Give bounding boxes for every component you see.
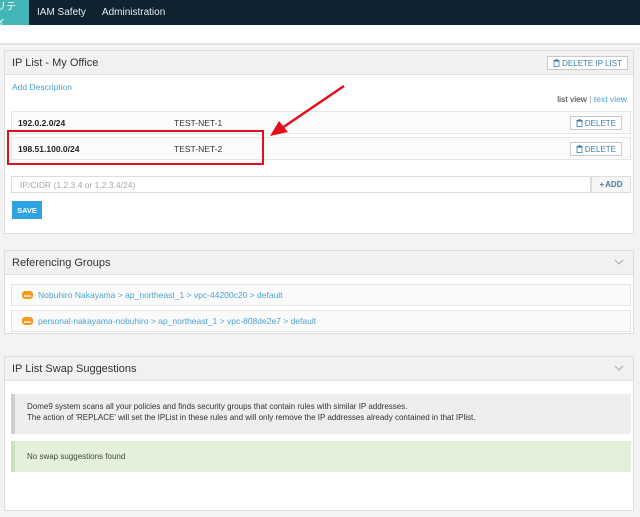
swap-suggestions-header[interactable]: IP List Swap Suggestions (5, 357, 633, 381)
nav-item-administration[interactable]: Administration (94, 0, 173, 25)
delete-label: DELETE (584, 144, 616, 154)
delete-ip-list-button[interactable]: DELETE IP LIST (547, 56, 628, 70)
section-title: IP List Swap Suggestions (12, 362, 137, 375)
nav-item-label: リティ (0, 1, 16, 28)
list-item: aws personal-nakayama-nobuhiro > ap_nort… (11, 310, 631, 332)
list-item: aws Nobuhiro Nakayama > ap_northeast_1 >… (11, 284, 631, 306)
info-line: The action of 'REPLACE' will set the IPL… (27, 413, 476, 422)
cidr-cell: 192.0.2.0/24 (18, 117, 66, 128)
nav-item-label: Administration (101, 7, 166, 18)
ip-list-header: IP List - My Office DELETE IP LIST (5, 51, 633, 75)
referencing-groups-panel: Referencing Groups aws Nobuhiro Nakayama… (4, 250, 634, 334)
no-suggestions-message: No swap suggestions found (11, 441, 631, 472)
nav-item-label: IAM Safety (37, 7, 86, 18)
delete-row-button[interactable]: DELETE (569, 116, 622, 130)
section-title: Referencing Groups (12, 256, 111, 269)
delete-label: DELETE (584, 118, 616, 128)
list-view-link[interactable]: list view (557, 94, 587, 104)
delete-ip-list-label: DELETE IP LIST (562, 58, 622, 68)
group-link[interactable]: personal-nakayama-nobuhiro > ap_northeas… (38, 316, 316, 326)
trash-icon (576, 145, 583, 153)
annotation-highlight-box (7, 130, 264, 165)
chevron-down-icon[interactable] (614, 257, 624, 267)
add-label: ADD (605, 180, 623, 189)
nav-item-iam-safety[interactable]: IAM Safety (29, 0, 94, 25)
add-button[interactable]: + ADD (591, 176, 631, 193)
referencing-groups-header[interactable]: Referencing Groups (5, 251, 633, 275)
trash-icon (553, 59, 560, 67)
plus-icon: + (599, 180, 605, 189)
aws-icon: aws (22, 317, 33, 325)
nav-item-security[interactable]: リティ (0, 0, 29, 28)
page-title: IP List - My Office (12, 56, 99, 69)
text-view-link[interactable]: text view (594, 94, 627, 104)
info-line: Dome9 system scans all your policies and… (27, 402, 408, 411)
description-cell: TEST-NET-1 (174, 117, 223, 128)
aws-icon: aws (22, 291, 33, 299)
chevron-down-icon[interactable] (614, 363, 624, 373)
top-nav: リティ IAM Safety Administration (0, 0, 640, 28)
delete-row-button[interactable]: DELETE (569, 142, 622, 156)
trash-icon (576, 119, 583, 127)
group-link[interactable]: Nobuhiro Nakayama > ap_northeast_1 > vpc… (38, 290, 283, 300)
view-toggle: list view | text view (557, 94, 627, 104)
save-button[interactable]: SAVE (12, 201, 42, 219)
info-message: Dome9 system scans all your policies and… (11, 394, 631, 434)
add-description-link[interactable]: Add Description (12, 82, 72, 92)
ip-cidr-input[interactable]: IP/CIDR (1.2.3.4 or 1.2.3.4/24) (11, 176, 591, 193)
swap-suggestions-panel: IP List Swap Suggestions Dome9 system sc… (4, 356, 634, 511)
view-separator: | (589, 94, 592, 104)
